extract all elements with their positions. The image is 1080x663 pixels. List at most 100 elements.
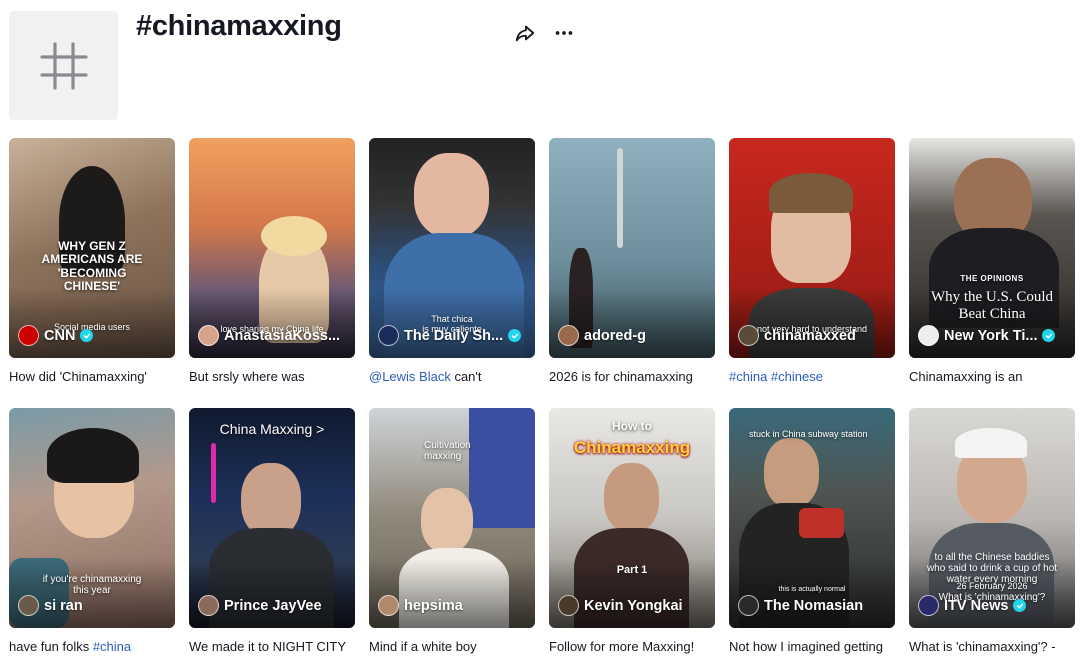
video-caption[interactable]: 2026 is for chinamaxxing [549, 369, 715, 384]
overlay-text: Why the U.S. Could Beat China [930, 289, 1054, 322]
overlay-caption: stuck in China subway station [749, 429, 868, 439]
author-link[interactable]: New York Ti... [918, 325, 1069, 346]
overlay-text: Chinamaxxing [573, 438, 691, 457]
author-link[interactable]: ITV News [918, 595, 1069, 616]
caption-text: What is 'chinamaxxing'? - [909, 639, 1056, 654]
author-avatar [918, 325, 939, 346]
caption-hashtag-link[interactable]: @Lewis Black [369, 369, 451, 384]
author-name: chinamaxxed [764, 327, 856, 344]
video-card[interactable]: WHY GEN Z AMERICANS ARE 'BECOMING CHINES… [9, 138, 175, 384]
video-caption[interactable]: Not how I imagined getting [729, 639, 895, 654]
video-thumbnail[interactable]: if you're chinamaxxing this year si ran [9, 408, 175, 628]
verified-badge-icon [1013, 599, 1027, 612]
share-arrow-icon [515, 25, 535, 42]
video-card[interactable]: love sharing my China life AnastasiaKoss.… [189, 138, 355, 384]
overlay-bottom-text: this is actually normal [778, 586, 846, 593]
author-avatar [378, 325, 399, 346]
thumbnail-shade [189, 558, 355, 628]
video-card[interactable]: stuck in China subway station this is act… [729, 408, 895, 654]
author-avatar [378, 595, 399, 616]
video-thumbnail[interactable]: THE OPINIONS Why the U.S. Could Beat Chin… [909, 138, 1075, 358]
video-thumbnail[interactable]: How to Chinamaxxing Part 1 Kevin Yongkai [549, 408, 715, 628]
author-name: si ran [44, 597, 83, 614]
author-link[interactable]: si ran [18, 595, 169, 616]
thumbnail-shade [369, 558, 535, 628]
video-card[interactable]: to all the Chinese baddies who said to d… [909, 408, 1075, 654]
caption-text: Mind if a white boy [369, 639, 477, 654]
video-caption[interactable]: have fun folks #china [9, 639, 175, 654]
video-card[interactable]: THE OPINIONS Why the U.S. Could Beat Chin… [909, 138, 1075, 384]
video-caption[interactable]: But srsly where was [189, 369, 355, 384]
scene-shape [414, 153, 489, 238]
video-card[interactable]: not very hard to understand chinamaxxed #c… [729, 138, 895, 384]
author-link[interactable]: The Nomasian [738, 595, 889, 616]
author-avatar [198, 595, 219, 616]
author-link[interactable]: Kevin Yongkai [558, 595, 709, 616]
video-thumbnail[interactable]: love sharing my China life AnastasiaKoss.… [189, 138, 355, 358]
hashtag-header: #chinamaxxing [0, 0, 1080, 130]
overlay-label: How to [612, 419, 652, 433]
caption-text: But srsly where was [189, 369, 305, 384]
author-name: CNN [44, 327, 76, 344]
caption-text: Chinamaxxing is an [909, 369, 1023, 384]
video-caption[interactable]: Follow for more Maxxing! [549, 639, 715, 654]
page-title: #chinamaxxing [136, 10, 342, 42]
video-caption[interactable]: How did 'Chinamaxxing' [9, 369, 175, 384]
thumbnail-shade [549, 288, 715, 358]
author-link[interactable]: hepsima [378, 595, 529, 616]
verified-badge-icon [80, 329, 94, 342]
video-caption[interactable]: What is 'chinamaxxing'? - [909, 639, 1075, 654]
video-card[interactable]: How to Chinamaxxing Part 1 Kevin Yongkai Fol… [549, 408, 715, 654]
scene-shape [421, 488, 473, 553]
caption-hashtag-link[interactable]: #china #chinese [729, 369, 823, 384]
overlay-text: WHY GEN Z AMERICANS ARE 'BECOMING CHINES… [41, 239, 143, 294]
author-link[interactable]: chinamaxxed [738, 325, 889, 346]
video-card[interactable]: China Maxxing > Prince JayVee We made it t… [189, 408, 355, 654]
caption-hashtag-link[interactable]: #china [93, 639, 131, 654]
author-link[interactable]: CNN [18, 325, 169, 346]
author-name: The Daily Sh... [404, 327, 504, 344]
video-thumbnail[interactable]: not very hard to understand chinamaxxed [729, 138, 895, 358]
video-caption[interactable]: @Lewis Black can't [369, 369, 535, 384]
date-label: 26 February 2026 [956, 581, 1028, 591]
video-card[interactable]: That chica is muy caliente The Daily Sh..… [369, 138, 535, 384]
author-link[interactable]: The Daily Sh... [378, 325, 529, 346]
scene-shape [211, 443, 216, 503]
video-card[interactable]: adored-g 2026 is for chinamaxxing [549, 138, 715, 384]
video-thumbnail[interactable]: WHY GEN Z AMERICANS ARE 'BECOMING CHINES… [9, 138, 175, 358]
verified-badge-icon [1042, 329, 1056, 342]
author-avatar [18, 325, 39, 346]
caption-text: Not how I imagined getting [729, 639, 883, 654]
author-link[interactable]: AnastasiaKoss... [198, 325, 349, 346]
author-link[interactable]: adored-g [558, 325, 709, 346]
author-avatar [558, 325, 579, 346]
author-avatar [18, 595, 39, 616]
overlay-caption: if you're chinamaxxing this year [42, 574, 142, 597]
hashtag-icon [39, 41, 88, 90]
video-caption[interactable]: We made it to NIGHT CITY [189, 639, 355, 654]
author-name: hepsima [404, 597, 463, 614]
author-link[interactable]: Prince JayVee [198, 595, 349, 616]
scene-shape [764, 438, 819, 508]
video-card[interactable]: if you're chinamaxxing this year si ran ha… [9, 408, 175, 654]
caption-text-tail: can't [450, 369, 482, 384]
video-thumbnail[interactable]: adored-g [549, 138, 715, 358]
video-thumbnail[interactable]: Cultivation maxxing hepsima [369, 408, 535, 628]
overlay-caption: Part 1 [616, 564, 648, 576]
overlay-text: China Maxxing > [219, 421, 325, 437]
video-caption[interactable]: Mind if a white boy [369, 639, 535, 654]
more-options-button[interactable] [549, 18, 579, 48]
share-button[interactable] [510, 18, 540, 48]
video-caption[interactable]: Chinamaxxing is an [909, 369, 1075, 384]
video-caption[interactable]: #china #chinese [729, 369, 895, 384]
video-thumbnail[interactable]: That chica is muy caliente The Daily Sh..… [369, 138, 535, 358]
video-thumbnail[interactable]: stuck in China subway station this is act… [729, 408, 895, 628]
author-name: New York Ti... [944, 327, 1038, 344]
video-card[interactable]: Cultivation maxxing hepsima Mind if a whit… [369, 408, 535, 654]
video-thumbnail[interactable]: China Maxxing > Prince JayVee [189, 408, 355, 628]
video-thumbnail[interactable]: to all the Chinese baddies who said to d… [909, 408, 1075, 628]
author-name: adored-g [584, 327, 647, 344]
hashtag-avatar [9, 11, 118, 120]
scene-shape [241, 463, 301, 538]
author-name: Prince JayVee [224, 597, 322, 614]
